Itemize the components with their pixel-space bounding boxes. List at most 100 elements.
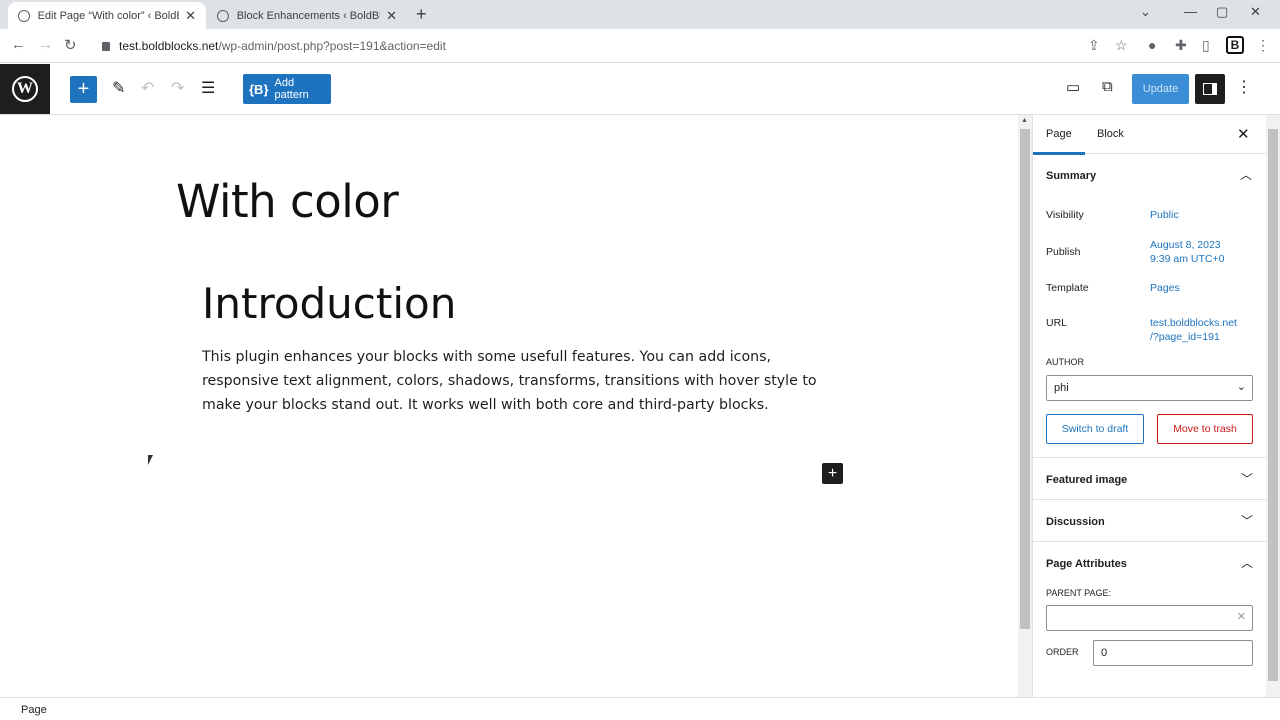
- add-pattern-button[interactable]: {B} Add pattern: [243, 74, 331, 104]
- url-host: test.boldblocks.net: [119, 39, 219, 53]
- page-attributes-title: Page Attributes: [1046, 558, 1127, 570]
- lock-icon: [102, 41, 110, 51]
- scrollbar-thumb[interactable]: [1268, 129, 1278, 681]
- discussion-panel-header[interactable]: Discussion ﹀: [1033, 500, 1267, 542]
- template-value[interactable]: Pages: [1150, 281, 1180, 295]
- chevron-down-icon: ⌄: [1236, 381, 1246, 393]
- breadcrumb: Page: [0, 697, 1280, 720]
- editor-scrollbar[interactable]: ▲: [1018, 115, 1032, 697]
- options-icon[interactable]: ⋮: [1236, 77, 1252, 97]
- parent-page-input[interactable]: ✕: [1046, 605, 1253, 631]
- publish-date: August 8, 2023: [1150, 239, 1221, 251]
- extension-icon[interactable]: ●: [1148, 37, 1156, 53]
- puzzle-icon[interactable]: ✚: [1175, 37, 1187, 54]
- move-to-trash-button[interactable]: Move to trash: [1157, 414, 1253, 444]
- share-icon[interactable]: ⇪: [1088, 37, 1100, 54]
- update-button[interactable]: Update: [1132, 74, 1189, 104]
- close-icon[interactable]: ✕: [386, 8, 397, 24]
- globe-icon: [18, 9, 30, 22]
- wordpress-logo[interactable]: W: [0, 64, 50, 114]
- external-link-icon[interactable]: ⧉: [1102, 78, 1113, 95]
- url-path: /wp-admin/post.php?post=191&action=edit: [218, 39, 446, 53]
- publish-time: 9:39 am UTC+0: [1150, 253, 1225, 265]
- visibility-label: Visibility: [1046, 209, 1084, 221]
- paragraph-block[interactable]: This plugin enhances your blocks with so…: [202, 345, 822, 417]
- tab-title: Block Enhancements ‹ BoldBlocks: [236, 9, 380, 22]
- url-line-2: /?page_id=191: [1150, 331, 1220, 343]
- star-icon[interactable]: ☆: [1115, 37, 1128, 54]
- browser-tab-bar: Edit Page “With color” ‹ BoldBloc ✕ Bloc…: [0, 0, 1280, 29]
- order-input[interactable]: 0: [1093, 640, 1253, 666]
- browser-menu-icon[interactable]: ⋮: [1256, 37, 1270, 54]
- preview-icon[interactable]: ▭: [1066, 78, 1080, 96]
- chevron-down-icon[interactable]: ⌄: [1140, 4, 1151, 20]
- tab-title: Edit Page “With color” ‹ BoldBloc: [37, 9, 180, 22]
- url-label: URL: [1046, 317, 1068, 329]
- author-value: phi: [1054, 382, 1069, 394]
- template-label: Template: [1046, 282, 1089, 294]
- clear-icon[interactable]: ✕: [1237, 610, 1246, 623]
- summary-panel-header[interactable]: Summary ︿: [1033, 154, 1266, 196]
- browser-tab-edit-page[interactable]: Edit Page “With color” ‹ BoldBloc ✕: [8, 2, 206, 29]
- tab-page[interactable]: Page: [1033, 128, 1085, 155]
- forward-button[interactable]: →: [38, 36, 53, 53]
- scrollbar-thumb[interactable]: [1020, 129, 1030, 629]
- settings-button[interactable]: [1195, 74, 1225, 104]
- new-tab-button[interactable]: +: [416, 4, 427, 25]
- parent-page-label: PARENT PAGE:: [1046, 588, 1112, 598]
- featured-image-panel-header[interactable]: Featured image ﹀: [1033, 458, 1267, 500]
- order-label: ORDER: [1046, 647, 1079, 657]
- author-select[interactable]: phi ⌄: [1046, 375, 1253, 401]
- switch-to-draft-button[interactable]: Switch to draft: [1046, 414, 1144, 444]
- back-button[interactable]: ←: [11, 36, 26, 53]
- tab-block[interactable]: Block: [1097, 128, 1124, 140]
- editor-header: W + ✎ ↶ ↷ ☰ {B} Add pattern ▭ ⧉ Update ⋮: [0, 64, 1280, 115]
- author-label: AUTHOR: [1046, 357, 1084, 367]
- globe-icon: [217, 9, 229, 22]
- close-window-button[interactable]: ✕: [1250, 4, 1261, 20]
- minimize-button[interactable]: —: [1184, 4, 1197, 19]
- sidebar-scrollbar[interactable]: [1266, 115, 1280, 697]
- sidebar-icon: [1203, 83, 1217, 95]
- maximize-button[interactable]: ▢: [1216, 4, 1228, 20]
- chevron-down-icon: ﹀: [1240, 472, 1253, 486]
- chevron-up-icon: ︿: [1239, 168, 1252, 182]
- visibility-value[interactable]: Public: [1150, 208, 1179, 222]
- redo-icon[interactable]: ↷: [171, 78, 184, 98]
- chevron-down-icon: ﹀: [1240, 514, 1253, 528]
- editor-canvas[interactable]: With color Introduction This plugin enha…: [0, 115, 1018, 697]
- discussion-title: Discussion: [1046, 516, 1105, 528]
- url-field[interactable]: test.boldblocks.net/wp-admin/post.php?po…: [92, 33, 1140, 59]
- featured-image-title: Featured image: [1046, 474, 1128, 486]
- heading-block[interactable]: Introduction: [202, 279, 456, 328]
- publish-value[interactable]: August 8, 2023 9:39 am UTC+0: [1150, 238, 1224, 266]
- browser-tab-block-enhancements[interactable]: Block Enhancements ‹ BoldBlocks ✕: [207, 2, 407, 29]
- boldblocks-extension-icon[interactable]: B: [1226, 36, 1244, 54]
- breadcrumb-page[interactable]: Page: [21, 704, 47, 716]
- summary-title: Summary: [1046, 170, 1097, 182]
- publish-label: Publish: [1046, 246, 1081, 258]
- close-icon[interactable]: ✕: [185, 8, 196, 24]
- url-line-1: test.boldblocks.net: [1150, 317, 1237, 329]
- order-value: 0: [1101, 647, 1108, 659]
- url-value[interactable]: test.boldblocks.net /?page_id=191: [1150, 316, 1237, 344]
- pencil-icon[interactable]: ✎: [112, 78, 125, 98]
- reload-button[interactable]: ↻: [64, 36, 77, 54]
- sidebar-tabs: Page Block ✕: [1033, 115, 1266, 155]
- chevron-up-icon: ︿: [1240, 556, 1253, 570]
- block-inserter-button[interactable]: +: [70, 76, 97, 103]
- mouse-cursor-icon: [148, 455, 153, 465]
- address-bar-row: ← → ↻ test.boldblocks.net/wp-admin/post.…: [0, 29, 1280, 63]
- side-panel-icon[interactable]: ▯: [1202, 37, 1210, 54]
- undo-icon[interactable]: ↶: [141, 78, 154, 98]
- boldblocks-icon: {B}: [249, 81, 269, 97]
- page-title[interactable]: With color: [176, 175, 399, 228]
- page-attributes-panel-header[interactable]: Page Attributes ︿: [1033, 542, 1267, 584]
- scroll-up-icon[interactable]: ▲: [1021, 117, 1028, 124]
- add-block-button[interactable]: +: [822, 463, 843, 484]
- close-icon[interactable]: ✕: [1237, 125, 1250, 143]
- add-pattern-label: Add pattern: [274, 77, 309, 101]
- settings-sidebar: Page Block ✕ Summary ︿ Visibility Public…: [1032, 115, 1267, 697]
- wordpress-icon: W: [12, 76, 38, 102]
- document-overview-icon[interactable]: ☰: [201, 78, 215, 98]
